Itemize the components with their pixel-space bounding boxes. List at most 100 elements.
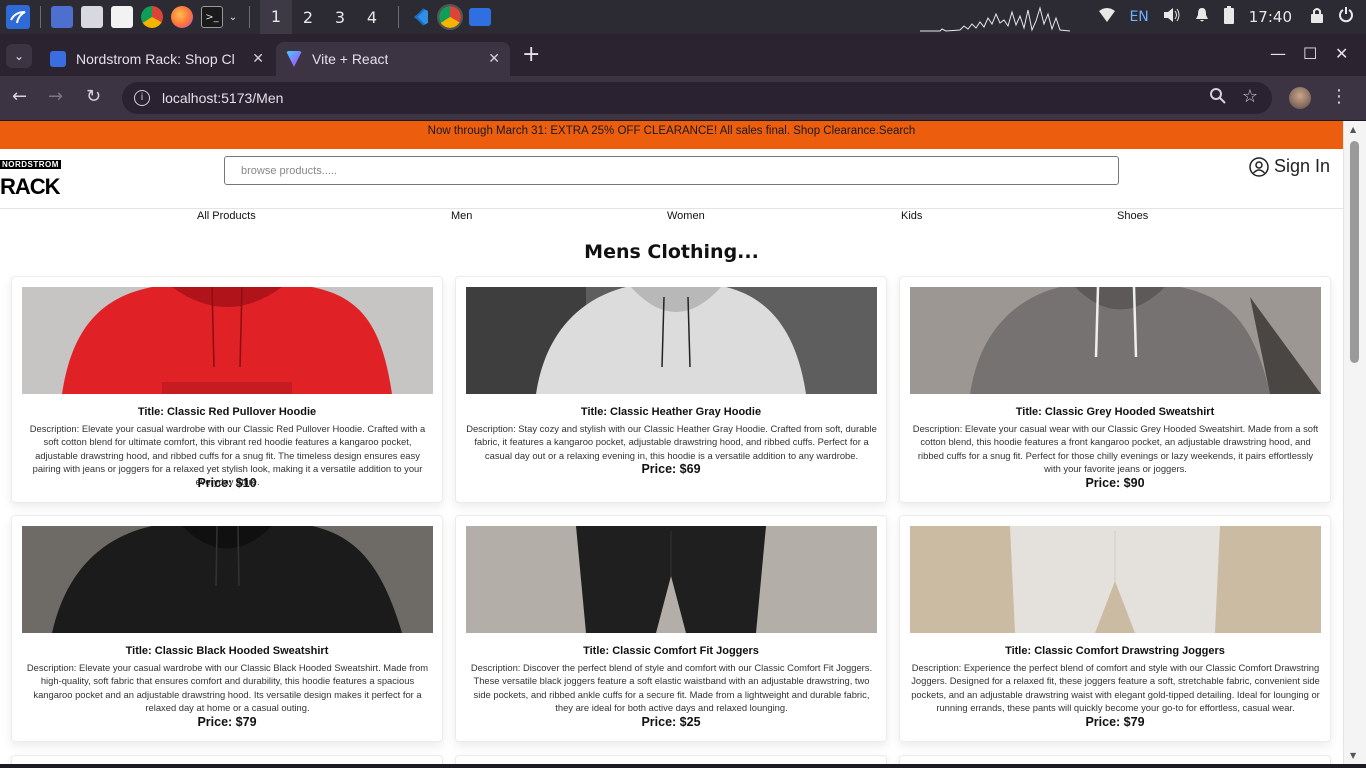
vite-favicon-icon [286,51,302,67]
close-icon[interactable]: ✕ [252,50,264,67]
desktop-icon[interactable] [51,6,73,28]
nav-shoes[interactable]: Shoes [1117,210,1148,222]
language-indicator[interactable]: EN [1129,9,1148,25]
system-tray: EN 17:40 [1085,0,1366,34]
page-scrollbar[interactable]: ▲ ▼ [1343,121,1366,764]
product-image[interactable] [466,287,877,394]
nordstrom-favicon-icon [50,51,66,67]
tab-search-button[interactable]: ⌄ [6,44,32,68]
folder-icon[interactable] [469,8,491,26]
product-title[interactable]: Title: Classic Black Hooded Sweatshirt [12,645,442,657]
product-description: Description: Elevate your casual wardrob… [26,662,429,713]
product-title[interactable]: Title: Classic Grey Hooded Sweatshirt [900,406,1330,418]
user-circle-icon [1249,156,1269,177]
logo-main-text: RACK [0,166,61,201]
page-viewport: Now through March 31: EXTRA 25% OFF CLEA… [0,121,1366,764]
product-image[interactable] [22,526,433,633]
product-description: Description: Elevate your casual wear wi… [912,423,1319,474]
scroll-up-arrow-icon[interactable]: ▲ [1350,125,1356,134]
product-description: Description: Discover the perfect blend … [470,662,873,713]
forward-arrow-icon[interactable]: → [48,86,63,107]
workspace-1[interactable]: 1 [260,0,292,34]
wifi-icon[interactable] [1099,8,1116,26]
product-price: Price: $79 [1085,715,1145,729]
app-menu-icon[interactable] [6,5,30,29]
product-card[interactable]: Title: Classic Comfort Drawstring Jogger… [899,515,1331,742]
nav-women[interactable]: Women [667,210,705,222]
promo-banner[interactable]: Now through March 31: EXTRA 25% OFF CLEA… [0,121,1343,149]
minimize-icon[interactable]: — [1270,44,1286,63]
workspace-3[interactable]: 3 [324,8,356,27]
product-card[interactable] [11,755,443,764]
product-card[interactable]: Title: Classic Comfort Fit Joggers Descr… [455,515,887,742]
firefox-icon[interactable] [171,6,193,28]
tab-nordstrom[interactable]: Nordstrom Rack: Shop Cl ✕ [40,42,274,76]
product-title[interactable]: Title: Classic Heather Gray Hoodie [456,406,886,418]
new-tab-button[interactable]: + [522,42,540,67]
taskbar-separator [249,6,250,28]
scrollbar-thumb[interactable] [1350,141,1359,363]
sign-in-button[interactable]: Sign In [1249,156,1330,177]
taskbar-separator [398,6,399,28]
search-input[interactable] [224,156,1119,185]
product-card[interactable]: Title: Classic Red Pullover Hoodie Descr… [11,276,443,503]
bookmark-star-icon[interactable]: ☆ [1242,86,1258,107]
clock[interactable]: 17:40 [1249,8,1292,26]
close-window-icon[interactable]: ✕ [1335,44,1348,63]
product-card[interactable] [899,755,1331,764]
product-card[interactable]: Title: Classic Grey Hooded Sweatshirt De… [899,276,1331,503]
site-header: NORDSTROM RACK Sign In [0,149,1343,209]
workspace-2[interactable]: 2 [292,8,324,27]
vscode-icon[interactable] [409,6,431,28]
sign-in-label: Sign In [1274,156,1331,176]
text-editor-icon[interactable] [111,6,133,28]
power-icon[interactable] [1338,7,1354,27]
product-title[interactable]: Title: Classic Comfort Drawstring Jogger… [900,645,1330,657]
product-description: Description: Experience the perfect blen… [911,662,1320,713]
address-bar[interactable]: i localhost:5173/Men ☆ [122,82,1272,114]
product-price: Price: $79 [197,715,257,729]
scroll-down-arrow-icon[interactable]: ▼ [1350,751,1356,760]
back-arrow-icon[interactable]: ← [12,86,27,107]
product-title[interactable]: Title: Classic Red Pullover Hoodie [12,406,442,418]
taskbar-separator [40,6,41,28]
product-card[interactable]: Title: Classic Heather Gray Hoodie Descr… [455,276,887,503]
chevron-down-icon[interactable]: ⌄ [227,6,239,28]
product-image[interactable] [910,287,1321,394]
product-card[interactable]: Title: Classic Black Hooded Sweatshirt D… [11,515,443,742]
product-card[interactable] [455,755,887,764]
product-description: Description: Stay cozy and stylish with … [466,423,877,461]
profile-avatar[interactable] [1289,87,1311,109]
nordstrom-rack-logo[interactable]: NORDSTROM RACK [0,152,108,199]
nav-kids[interactable]: Kids [901,210,922,222]
chrome-icon[interactable] [141,6,163,28]
nav-all-products[interactable]: All Products [197,210,256,222]
menu-kebab-icon[interactable]: ⋮ [1330,86,1348,107]
workspace-4[interactable]: 4 [356,8,388,27]
maximize-icon[interactable]: ☐ [1303,44,1317,63]
nav-men[interactable]: Men [451,210,472,222]
zoom-icon[interactable] [1210,88,1226,108]
tab-vite-react[interactable]: Vite + React ✕ [276,42,510,76]
volume-icon[interactable] [1163,8,1181,26]
page-title: Mens Clothing... [584,241,759,263]
chrome-icon[interactable] [437,4,463,30]
url-text[interactable]: localhost:5173/Men [162,90,283,106]
product-image[interactable] [22,287,433,394]
lock-icon[interactable] [1310,7,1324,27]
browser-toolbar: ← → ↻ i localhost:5173/Men ☆ ⋮ [0,76,1366,120]
tab-title: Nordstrom Rack: Shop Cl [76,51,235,67]
product-image[interactable] [466,526,877,633]
battery-icon[interactable] [1223,6,1235,28]
file-manager-icon[interactable] [81,6,103,28]
site-info-icon[interactable]: i [134,90,150,106]
reload-icon[interactable]: ↻ [86,86,101,107]
close-icon[interactable]: ✕ [488,50,500,67]
product-title[interactable]: Title: Classic Comfort Fit Joggers [456,645,886,657]
terminal-icon[interactable]: >_ [201,6,223,28]
product-price: Price: $25 [641,715,701,729]
network-activity-graph [920,6,1070,32]
bell-icon[interactable] [1195,7,1209,27]
product-price: Price: $69 [641,462,701,476]
product-image[interactable] [910,526,1321,633]
